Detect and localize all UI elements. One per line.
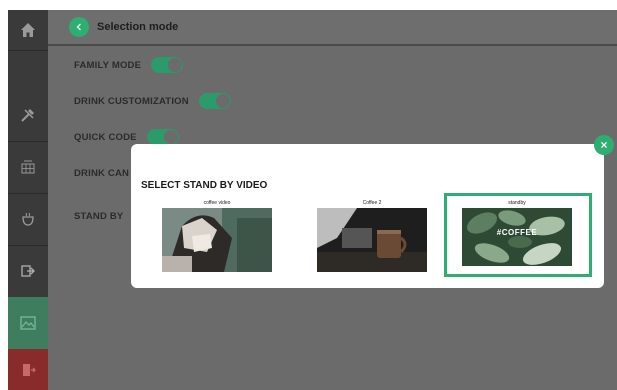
- setting-label: FAMILY MODE: [74, 59, 142, 71]
- app-frame: Selection mode FAMILY MODE DRINK CUSTOMI…: [8, 10, 617, 390]
- chevron-left-icon: [75, 18, 83, 36]
- video-thumbnail: [162, 208, 272, 272]
- logout-icon: [20, 362, 36, 378]
- page-title: Selection mode: [97, 21, 179, 33]
- setting-label: DRINK CAN: [74, 167, 130, 179]
- sidebar-item-image[interactable]: [8, 297, 48, 350]
- grid-icon: [20, 159, 36, 175]
- setting-stand-by: STAND BY: [74, 206, 123, 226]
- video-option-coffee-2[interactable]: Coffee 2: [317, 200, 427, 274]
- setting-label: STAND BY: [74, 210, 124, 222]
- setting-drink-customization: DRINK CUSTOMIZATION: [74, 91, 231, 111]
- video-thumbnail: [317, 208, 427, 272]
- video-option-coffee-video[interactable]: coffee video: [162, 200, 272, 274]
- sidebar-item-home[interactable]: [8, 10, 48, 51]
- header-bar: Selection mode: [48, 10, 617, 46]
- sidebar-item-grid[interactable]: [8, 141, 48, 194]
- tools-icon: [20, 107, 36, 123]
- standby-video-modal: SELECT STAND BY VIDEO coffee video Coffe…: [131, 144, 604, 288]
- modal-title: SELECT STAND BY VIDEO: [141, 180, 268, 191]
- sidebar-item-cup[interactable]: [8, 193, 48, 246]
- back-button[interactable]: [69, 17, 89, 37]
- cup-icon: [20, 211, 36, 227]
- setting-family-mode: FAMILY MODE: [74, 55, 184, 75]
- drink-customization-toggle[interactable]: [198, 93, 231, 109]
- selected-video-highlight: [444, 193, 592, 277]
- sidebar-item-tools[interactable]: [8, 89, 48, 142]
- quick-code-toggle[interactable]: [146, 129, 179, 145]
- setting-drink-can: DRINK CAN: [74, 163, 129, 183]
- image-icon: [20, 316, 36, 330]
- export-icon: [20, 263, 36, 279]
- video-title: Coffee 2: [362, 200, 382, 206]
- sidebar: [8, 10, 48, 390]
- home-icon: [20, 22, 36, 38]
- setting-label: DRINK CUSTOMIZATION: [74, 95, 189, 107]
- family-mode-toggle[interactable]: [151, 57, 184, 73]
- setting-label: QUICK CODE: [74, 131, 137, 143]
- sidebar-item-logout[interactable]: [8, 349, 48, 390]
- close-icon: ×: [600, 138, 608, 152]
- video-title: coffee video: [203, 200, 231, 206]
- close-modal-button[interactable]: ×: [594, 135, 614, 155]
- sidebar-item-export[interactable]: [8, 245, 48, 298]
